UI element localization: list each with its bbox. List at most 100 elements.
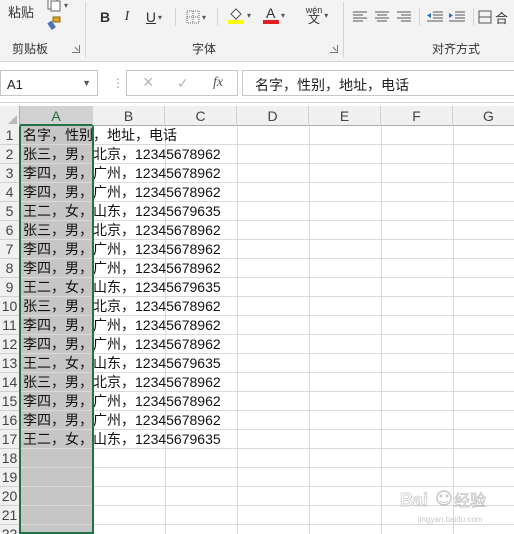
gridline bbox=[309, 297, 310, 316]
gridline bbox=[453, 126, 454, 145]
row-header[interactable]: 18 bbox=[0, 449, 20, 468]
format-painter-button[interactable] bbox=[42, 12, 66, 34]
borders-button[interactable]: ▾ bbox=[181, 6, 211, 28]
clipboard-launcher-icon[interactable] bbox=[72, 45, 80, 53]
row-header[interactable]: 20 bbox=[0, 487, 20, 506]
phonetic-button[interactable]: wén 文 ▾ bbox=[300, 4, 334, 26]
table-row[interactable]: 李四，男，广州，12345678962 bbox=[20, 164, 514, 183]
table-row[interactable]: 李四，男，广州，12345678962 bbox=[20, 259, 514, 278]
align-left-button[interactable] bbox=[351, 6, 369, 28]
table-row[interactable]: 王二，女，山东，12345679635 bbox=[20, 278, 514, 297]
table-row[interactable] bbox=[20, 525, 514, 534]
select-all-button[interactable] bbox=[0, 106, 20, 126]
table-row[interactable]: 王二，女，山东，12345679635 bbox=[20, 202, 514, 221]
gridline bbox=[309, 525, 310, 534]
row-header[interactable]: 3 bbox=[0, 164, 20, 183]
gridline bbox=[381, 354, 382, 373]
gridline bbox=[381, 145, 382, 164]
fill-color-button[interactable]: ▾ bbox=[223, 4, 255, 26]
gridline bbox=[381, 430, 382, 449]
row-header[interactable]: 13 bbox=[0, 354, 20, 373]
row-header[interactable]: 6 bbox=[0, 221, 20, 240]
row-header[interactable]: 21 bbox=[0, 506, 20, 525]
column-header-a[interactable]: A bbox=[20, 106, 93, 126]
row-header[interactable]: 2 bbox=[0, 145, 20, 164]
column-header-b[interactable]: B bbox=[93, 106, 165, 126]
table-row[interactable]: 张三，男，北京，12345678962 bbox=[20, 373, 514, 392]
row-header[interactable]: 15 bbox=[0, 392, 20, 411]
row-header[interactable]: 12 bbox=[0, 335, 20, 354]
table-row[interactable] bbox=[20, 449, 514, 468]
decrease-indent-button[interactable] bbox=[425, 6, 445, 28]
table-row[interactable]: 李四，男，广州，12345678962 bbox=[20, 411, 514, 430]
font-group-label: 字体 bbox=[192, 42, 217, 56]
align-right-button[interactable] bbox=[395, 6, 413, 28]
column-header-c[interactable]: C bbox=[165, 106, 237, 126]
gridline bbox=[453, 449, 454, 468]
row-header[interactable]: 16 bbox=[0, 411, 20, 430]
gridline bbox=[381, 240, 382, 259]
table-row[interactable]: 李四，男，广州，12345678962 bbox=[20, 240, 514, 259]
column-header-g[interactable]: G bbox=[453, 106, 514, 126]
gridline bbox=[165, 525, 166, 534]
gridline bbox=[381, 468, 382, 487]
table-row[interactable]: 王二，女，山东，12345679635 bbox=[20, 354, 514, 373]
row-header[interactable]: 11 bbox=[0, 316, 20, 335]
cell-area[interactable]: 名字，性别，地址，电话 张三，男，北京，12345678962 李四，男，广州，12… bbox=[20, 126, 514, 534]
gridline bbox=[453, 373, 454, 392]
row-header[interactable]: 9 bbox=[0, 278, 20, 297]
formula-bar-grip-icon[interactable]: ⋮ bbox=[112, 76, 124, 90]
row-header[interactable]: 19 bbox=[0, 468, 20, 487]
copy-icon bbox=[47, 0, 61, 12]
table-row[interactable]: 张三，男，北京，12345678962 bbox=[20, 145, 514, 164]
row-header[interactable]: 10 bbox=[0, 297, 20, 316]
formula-input[interactable]: 名字，性别，地址，电话 bbox=[242, 70, 514, 96]
font-launcher-icon[interactable] bbox=[330, 45, 338, 53]
name-box[interactable]: A1 ▼ bbox=[0, 70, 98, 96]
row-header[interactable]: 7 bbox=[0, 240, 20, 259]
column-header-d[interactable]: D bbox=[237, 106, 309, 126]
column-header-f[interactable]: F bbox=[381, 106, 453, 126]
increase-indent-button[interactable] bbox=[447, 6, 467, 28]
gridline bbox=[237, 506, 238, 525]
enter-icon[interactable]: ✓ bbox=[177, 75, 189, 92]
align-center-button[interactable] bbox=[373, 6, 391, 28]
font-color-button[interactable]: A ▾ bbox=[258, 4, 290, 26]
font-color-icon: A bbox=[262, 5, 279, 24]
gridline bbox=[165, 487, 166, 506]
row-header[interactable]: 14 bbox=[0, 373, 20, 392]
row-header[interactable]: 5 bbox=[0, 202, 20, 221]
row-header[interactable]: 22 bbox=[0, 525, 20, 534]
gridline bbox=[237, 145, 238, 164]
italic-button[interactable]: I bbox=[118, 6, 136, 28]
gridline bbox=[381, 297, 382, 316]
gridline bbox=[453, 316, 454, 335]
gridline bbox=[237, 411, 238, 430]
gridline bbox=[237, 126, 238, 145]
paste-button[interactable]: 粘贴 bbox=[4, 0, 38, 22]
cancel-icon[interactable]: × bbox=[143, 72, 154, 93]
underline-button[interactable]: U ▾ bbox=[139, 6, 169, 28]
column-header-e[interactable]: E bbox=[309, 106, 381, 126]
table-row[interactable]: 李四，男，广州，12345678962 bbox=[20, 335, 514, 354]
table-row[interactable]: 李四，男，广州，12345678962 bbox=[20, 392, 514, 411]
table-row[interactable]: 张三，男，北京，12345678962 bbox=[20, 221, 514, 240]
alignment-group-label: 对齐方式 bbox=[432, 42, 481, 56]
table-row[interactable]: 名字，性别，地址，电话 bbox=[20, 126, 514, 145]
formula-bar-buttons: × ✓ fx bbox=[126, 70, 238, 96]
gridline bbox=[237, 240, 238, 259]
row-header[interactable]: 8 bbox=[0, 259, 20, 278]
gridline bbox=[453, 221, 454, 240]
table-row[interactable]: 李四，男，广州，12345678962 bbox=[20, 316, 514, 335]
row-header[interactable]: 1 bbox=[0, 126, 20, 145]
table-row[interactable]: 王二，女，山东，12345679635 bbox=[20, 430, 514, 449]
insert-function-icon[interactable]: fx bbox=[213, 75, 223, 91]
row-header[interactable]: 17 bbox=[0, 430, 20, 449]
table-row[interactable]: 张三，男，北京，12345678962 bbox=[20, 297, 514, 316]
bold-button[interactable]: B bbox=[96, 6, 114, 28]
name-box-dropdown-icon[interactable]: ▼ bbox=[82, 78, 91, 88]
row-header[interactable]: 4 bbox=[0, 183, 20, 202]
table-row[interactable]: 李四，男，广州，12345678962 bbox=[20, 183, 514, 202]
merge-button[interactable]: 合 bbox=[478, 6, 514, 28]
underline-label: U bbox=[145, 9, 157, 25]
